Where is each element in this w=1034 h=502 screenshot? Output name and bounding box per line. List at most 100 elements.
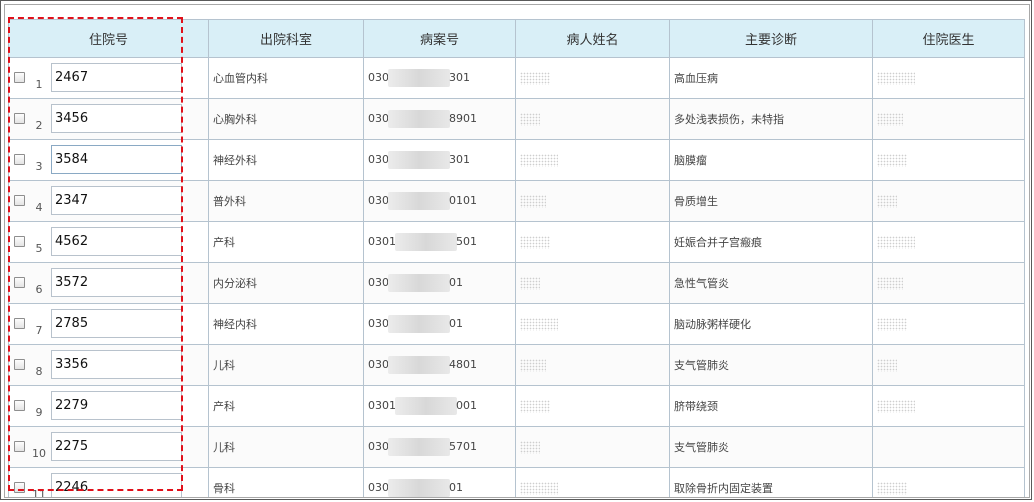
admission-number-input[interactable]: [51, 391, 182, 420]
admission-number-input[interactable]: [51, 432, 182, 461]
admission-number-input[interactable]: [51, 145, 182, 174]
diagnosis-cell: 取除骨折内固定装置: [669, 467, 873, 497]
department-cell: 心血管内科: [208, 57, 364, 99]
admission-number-input[interactable]: [51, 104, 182, 133]
record-number-suffix: 5701: [449, 440, 477, 453]
redaction-mask: [388, 356, 450, 374]
admission-number-input[interactable]: [51, 473, 182, 497]
record-number-cell: 0301 501: [363, 221, 516, 263]
admission-number-input[interactable]: [51, 227, 182, 256]
table-row[interactable]: 1 心血管内科 030 301 高血压病: [8, 57, 1025, 99]
row-number: 2: [35, 119, 43, 132]
doctor-cell: [872, 139, 1025, 181]
table-row[interactable]: 5 产科 0301 501 妊娠合并子宫瘢痕: [8, 221, 1025, 263]
row-checkbox[interactable]: [14, 113, 25, 124]
diagnosis-cell: 脐带绕颈: [669, 385, 873, 427]
table-row[interactable]: 7 神经内科 030 01 脑动脉粥样硬化: [8, 303, 1025, 345]
redacted-name: [520, 276, 540, 290]
record-number-prefix: 030: [368, 481, 389, 494]
table-row[interactable]: 6 内分泌科 030 01 急性气管炎: [8, 262, 1025, 304]
department-cell: 内分泌科: [208, 262, 364, 304]
record-number-suffix: 01: [449, 276, 463, 289]
department-cell: 儿科: [208, 426, 364, 468]
record-number-suffix: 301: [449, 71, 470, 84]
record-number-cell: 030 0101: [363, 180, 516, 222]
redacted-name: [520, 194, 546, 208]
redacted-doctor: [877, 153, 907, 167]
row-number: 6: [35, 283, 43, 296]
record-number-suffix: 01: [449, 317, 463, 330]
diagnosis-cell: 骨质增生: [669, 180, 873, 222]
redacted-doctor: [877, 481, 907, 495]
table-row[interactable]: 9 产科 0301 001 脐带绕颈: [8, 385, 1025, 427]
redaction-mask: [388, 479, 450, 497]
redacted-doctor: [877, 112, 903, 126]
admission-number-input[interactable]: [51, 309, 182, 338]
admission-number-input[interactable]: [51, 268, 182, 297]
record-number-suffix: 301: [449, 153, 470, 166]
row-checkbox[interactable]: [14, 318, 25, 329]
patient-name-cell: [515, 98, 670, 140]
admission-cell: 9: [8, 385, 209, 427]
record-number-prefix: 030: [368, 153, 389, 166]
row-checkbox[interactable]: [14, 441, 25, 452]
header-patient-name[interactable]: 病人姓名: [515, 19, 670, 58]
record-number-cell: 030 01: [363, 303, 516, 345]
record-number-cell: 030 8901: [363, 98, 516, 140]
row-checkbox[interactable]: [14, 359, 25, 370]
table-row[interactable]: 2 心胸外科 030 8901 多处浅表损伤，未特指: [8, 98, 1025, 140]
admission-number-input[interactable]: [51, 350, 182, 379]
redacted-name: [520, 481, 558, 495]
admission-number-input[interactable]: [51, 63, 182, 92]
doctor-cell: [872, 467, 1025, 497]
header-record-no[interactable]: 病案号: [363, 19, 516, 58]
record-number-cell: 030 301: [363, 57, 516, 99]
row-checkbox[interactable]: [14, 195, 25, 206]
header-diagnosis[interactable]: 主要诊断: [669, 19, 873, 58]
admission-cell: 11: [8, 467, 209, 497]
record-number-prefix: 0301: [368, 235, 396, 248]
header-admission-no[interactable]: 住院号: [8, 19, 209, 58]
redaction-mask: [395, 233, 457, 251]
record-number-prefix: 0301: [368, 399, 396, 412]
header-doctor[interactable]: 住院医生: [872, 19, 1025, 58]
table-row[interactable]: 10 儿科 030 5701 支气管肺炎: [8, 426, 1025, 468]
table-row[interactable]: 11 骨科 030 01 取除骨折内固定装置: [8, 467, 1025, 497]
record-number-suffix: 01: [449, 481, 463, 494]
patient-name-cell: [515, 221, 670, 263]
row-number: 4: [35, 201, 43, 214]
diagnosis-cell: 脑膜瘤: [669, 139, 873, 181]
record-number-prefix: 030: [368, 112, 389, 125]
redacted-name: [520, 317, 558, 331]
doctor-cell: [872, 385, 1025, 427]
table-row[interactable]: 8 儿科 030 4801 支气管肺炎: [8, 344, 1025, 386]
admission-cell: 1: [8, 57, 209, 99]
redacted-doctor: [877, 399, 915, 413]
department-cell: 产科: [208, 221, 364, 263]
admission-cell: 6: [8, 262, 209, 304]
row-checkbox[interactable]: [14, 277, 25, 288]
record-number-prefix: 030: [368, 317, 389, 330]
record-number-cell: 030 301: [363, 139, 516, 181]
window-frame: 住院号 出院科室 病案号 病人姓名 主要诊断 住院医生 1 心血管内科 030 301…: [0, 0, 1032, 500]
redacted-doctor: [877, 71, 915, 85]
diagnosis-cell: 支气管肺炎: [669, 426, 873, 468]
patient-name-cell: [515, 180, 670, 222]
table-row[interactable]: 3 神经外科 030 301 脑膜瘤: [8, 139, 1025, 181]
row-checkbox[interactable]: [14, 236, 25, 247]
row-number: 1: [35, 78, 43, 91]
redaction-mask: [388, 274, 450, 292]
header-department[interactable]: 出院科室: [208, 19, 364, 58]
department-cell: 骨科: [208, 467, 364, 497]
row-number: 9: [35, 406, 43, 419]
admission-number-input[interactable]: [51, 186, 182, 215]
redaction-mask: [388, 69, 450, 87]
row-number: 10: [32, 447, 46, 460]
redaction-mask: [388, 315, 450, 333]
department-cell: 心胸外科: [208, 98, 364, 140]
row-checkbox[interactable]: [14, 482, 25, 493]
row-checkbox[interactable]: [14, 400, 25, 411]
row-checkbox[interactable]: [14, 72, 25, 83]
table-row[interactable]: 4 普外科 030 0101 骨质增生: [8, 180, 1025, 222]
row-checkbox[interactable]: [14, 154, 25, 165]
